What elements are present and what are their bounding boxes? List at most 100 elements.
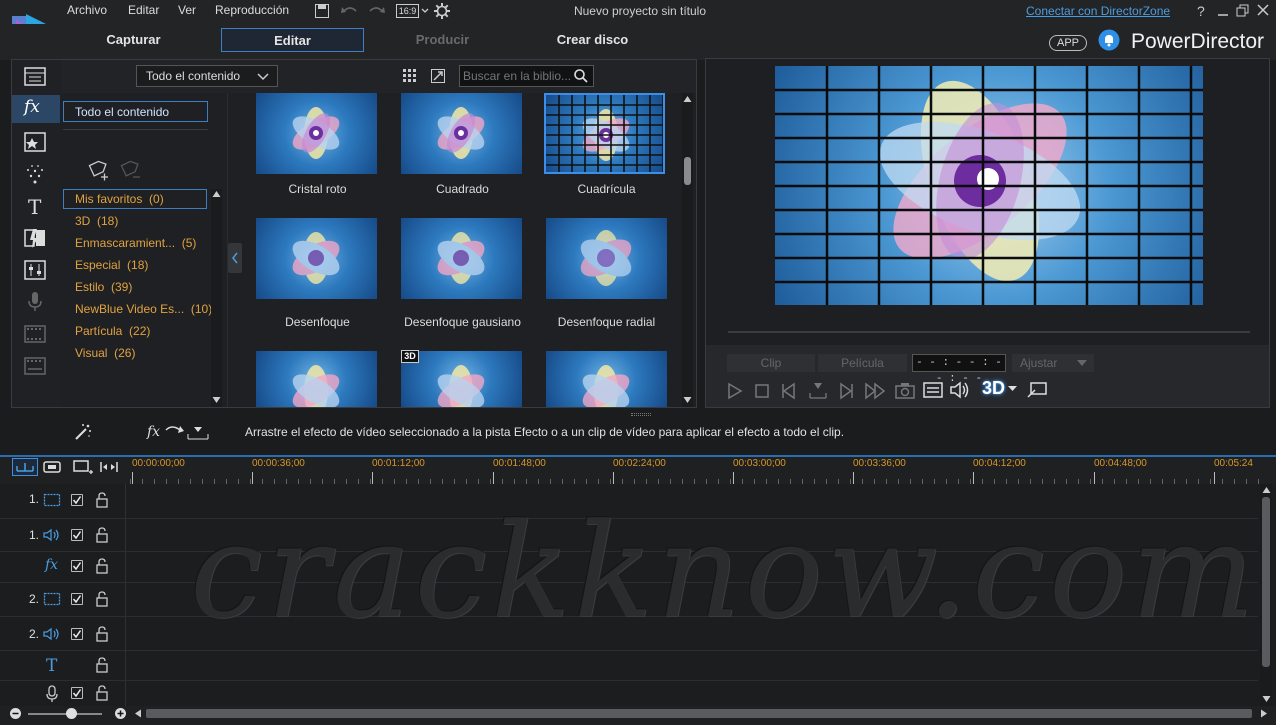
voiceover-microphone-icon[interactable]	[20, 290, 50, 316]
category-visual[interactable]: Visual (26)	[75, 346, 135, 360]
next-frame-icon[interactable]	[837, 382, 855, 400]
scroll-left-arrow-icon[interactable]	[134, 709, 142, 718]
track-manager-icon[interactable]	[72, 458, 94, 476]
chapter-room-icon[interactable]	[20, 322, 50, 348]
category-special[interactable]: Especial (18)	[75, 258, 148, 272]
scroll-up-arrow-icon[interactable]	[683, 95, 692, 103]
particle-room-icon[interactable]	[20, 162, 50, 188]
minimize-icon[interactable]	[1217, 5, 1229, 17]
undock-preview-icon[interactable]	[1026, 381, 1048, 399]
tab-produce[interactable]: Producir	[371, 28, 514, 52]
media-room-icon[interactable]	[20, 65, 50, 91]
apply-to-track-icon[interactable]	[164, 422, 210, 442]
track-enable-checkbox[interactable]	[71, 628, 83, 640]
previous-frame-icon[interactable]	[780, 382, 798, 400]
tab-edit[interactable]: Editar	[221, 28, 364, 52]
effect-thumbnail[interactable]	[256, 351, 377, 407]
split-icon[interactable]	[808, 381, 828, 401]
menu-reproduccion[interactable]: Reproducción	[215, 3, 289, 17]
scroll-down-arrow-icon[interactable]	[1262, 695, 1271, 703]
lock-icon[interactable]	[95, 558, 109, 574]
add-tag-icon[interactable]	[86, 158, 110, 182]
3d-mode-button[interactable]: 3D	[982, 378, 1005, 399]
close-icon[interactable]	[1257, 4, 1269, 16]
storyboard-view-icon[interactable]	[42, 459, 62, 475]
lock-icon[interactable]	[95, 626, 109, 642]
undo-icon[interactable]	[341, 4, 359, 18]
panel-resize-handle[interactable]	[631, 413, 651, 416]
lock-icon[interactable]	[95, 591, 109, 607]
lock-icon[interactable]	[95, 527, 109, 543]
effect-thumbnail[interactable]	[546, 351, 667, 407]
menu-ver[interactable]: Ver	[178, 3, 196, 17]
fast-forward-icon[interactable]	[864, 382, 886, 400]
category-3d[interactable]: 3D (18)	[75, 214, 118, 228]
scroll-right-arrow-icon[interactable]	[1260, 709, 1268, 718]
directorzone-link[interactable]: Conectar con DirectorZone	[1026, 4, 1170, 18]
scroll-up-arrow-icon[interactable]	[212, 190, 221, 198]
lock-icon[interactable]	[95, 685, 109, 701]
fit-timeline-icon[interactable]	[99, 459, 119, 475]
snapshot-camera-icon[interactable]	[894, 381, 916, 399]
lock-icon[interactable]	[95, 492, 109, 508]
effect-thumbnail-selected[interactable]	[544, 93, 665, 174]
tab-capture[interactable]: Capturar	[62, 28, 205, 52]
chevron-down-icon[interactable]	[1008, 386, 1017, 392]
effect-thumbnail[interactable]	[546, 218, 667, 299]
scroll-down-arrow-icon[interactable]	[212, 396, 221, 404]
aspect-ratio-button[interactable]: 16:9	[396, 4, 419, 18]
subtitle-room-icon[interactable]	[20, 354, 50, 380]
scroll-up-arrow-icon[interactable]	[1262, 486, 1271, 494]
preview-progress-track[interactable]	[728, 331, 1250, 333]
category-particle[interactable]: Partícula (22)	[75, 324, 150, 338]
track-enable-checkbox[interactable]	[71, 687, 83, 699]
help-button[interactable]: ?	[1197, 3, 1205, 19]
track-enable-checkbox[interactable]	[71, 593, 83, 605]
effect-thumbnail[interactable]	[401, 93, 522, 174]
category-masking[interactable]: Enmascaramient... (5)	[75, 236, 196, 250]
stop-icon[interactable]	[754, 383, 770, 399]
save-icon[interactable]	[314, 3, 330, 19]
library-scrollbar[interactable]	[682, 93, 693, 407]
effect-thumbnail[interactable]	[256, 218, 377, 299]
collapse-panel-button[interactable]	[228, 243, 242, 273]
tab-create-disc[interactable]: Crear disco	[521, 28, 664, 52]
expand-library-icon[interactable]	[430, 68, 446, 84]
category-scrollbar[interactable]	[211, 189, 222, 407]
menu-archivo[interactable]: Archivo	[67, 3, 107, 17]
volume-speaker-icon[interactable]	[949, 380, 971, 400]
transition-room-icon[interactable]	[20, 226, 50, 252]
redo-icon[interactable]	[367, 4, 385, 18]
category-style[interactable]: Estilo (39)	[75, 280, 132, 294]
timecode-display[interactable]: - - : - - : - - : - -	[912, 354, 1006, 385]
effect-thumbnail[interactable]	[401, 218, 522, 299]
magic-wand-icon[interactable]	[73, 422, 93, 442]
zoom-slider-track[interactable]	[28, 713, 102, 715]
track-enable-checkbox[interactable]	[71, 560, 83, 572]
notification-bell-icon[interactable]	[1098, 29, 1120, 51]
lock-icon[interactable]	[95, 657, 109, 673]
timeline-vertical-thumb[interactable]	[1262, 497, 1270, 667]
restore-icon[interactable]	[1236, 4, 1250, 17]
title-room-icon[interactable]: T	[20, 194, 50, 220]
timeline-horizontal-scrollbar[interactable]	[146, 709, 1252, 718]
zoom-in-icon[interactable]	[114, 707, 127, 720]
library-scroll-thumb[interactable]	[684, 157, 691, 185]
zoom-out-icon[interactable]	[9, 707, 22, 720]
audio-mixing-room-icon[interactable]	[20, 258, 50, 284]
scroll-down-arrow-icon[interactable]	[683, 396, 692, 404]
app-badge-button[interactable]: APP	[1049, 35, 1087, 51]
clip-mode-button[interactable]: Clip	[727, 354, 815, 372]
timeline-view-button[interactable]	[12, 458, 38, 476]
category-newblue[interactable]: NewBlue Video Es... (10)	[75, 302, 212, 316]
track-enable-checkbox[interactable]	[71, 494, 83, 506]
settings-gear-icon[interactable]	[433, 2, 451, 20]
grid-view-icon[interactable]	[402, 68, 418, 84]
zoom-slider-handle[interactable]	[66, 708, 77, 719]
effect-thumbnail[interactable]	[401, 351, 522, 407]
display-mode-icon[interactable]	[922, 381, 944, 399]
remove-tag-icon[interactable]	[118, 158, 142, 182]
track-enable-checkbox[interactable]	[71, 529, 83, 541]
menu-editar[interactable]: Editar	[128, 3, 159, 17]
play-icon[interactable]	[727, 382, 743, 400]
